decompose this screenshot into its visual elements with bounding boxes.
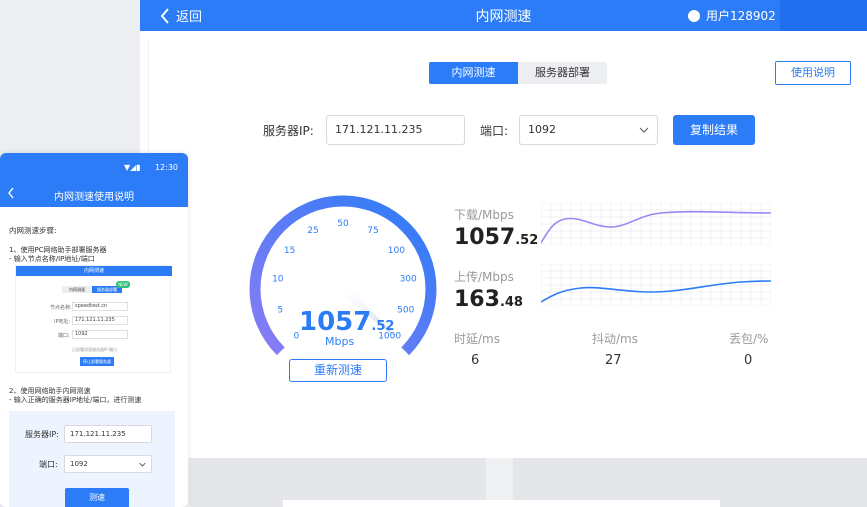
mini-port-label: 端口: — [58, 333, 70, 339]
server-ip-input[interactable]: 171.121.11.235 — [326, 115, 465, 145]
speedtest-window: 返回 内网测速 用户128902 内网测速 服务器部署 使用说明 服务器IP: … — [140, 0, 867, 458]
packet-loss-value: 0 — [744, 353, 753, 368]
phone-status-bar: ▼◢▮ 12:30 — [0, 153, 188, 181]
mini-note: 已部署测速服务器IP:端口 — [72, 347, 117, 352]
signal-icon: ▼◢▮ — [124, 163, 141, 172]
stage: 返回 内网测速 用户128902 内网测速 服务器部署 使用说明 服务器IP: … — [0, 0, 867, 507]
phone-title: 内网测速使用说明 — [54, 192, 134, 203]
gauge-value: 1057.52 — [299, 307, 394, 337]
upload-label: 上传/Mbps — [454, 270, 514, 284]
help-button[interactable]: 使用说明 — [775, 61, 851, 85]
guide-port-field: 1092 — [64, 455, 152, 473]
guide-ip-field: 171.121.11.235 — [64, 425, 152, 443]
download-chart — [541, 203, 771, 245]
download-label: 下载/Mbps — [454, 208, 514, 222]
download-value: 1057.52 — [454, 225, 538, 250]
tab-intranet-speedtest[interactable]: 内网测速 — [429, 62, 518, 84]
avatar-icon — [688, 9, 700, 22]
user-label: 用户128902 — [706, 9, 776, 23]
gauge-unit: Mbps — [325, 335, 355, 348]
gauge-tick-label: 5 — [277, 305, 283, 315]
guide-heading: 内网测速步骤: — [9, 226, 57, 235]
download-value-int: 1057 — [454, 225, 516, 250]
port-select[interactable]: 1092 — [519, 115, 658, 145]
gauge-tick-label: 100 — [388, 246, 405, 256]
upload-value-dec: .48 — [499, 295, 523, 310]
copy-results-button[interactable]: 复制结果 — [673, 115, 755, 145]
gauge-value-int: 1057 — [299, 307, 372, 337]
phone-help-guide: ▼◢▮ 12:30 内网测速使用说明 内网测速步骤: 1、使用PC网络助手部署服… — [0, 153, 188, 507]
chevron-down-icon — [139, 462, 146, 467]
gauge-tick-label: 25 — [307, 226, 318, 236]
tab-bar: 内网测速 服务器部署 — [429, 62, 607, 84]
guide-ip-label: 服务器IP: — [25, 430, 59, 439]
top-bar: 返回 内网测速 用户128902 — [140, 0, 867, 31]
guide-example-form: 服务器IP: 171.121.11.235 端口: 1092 测速 — [9, 411, 175, 507]
latency-value: 6 — [471, 353, 480, 368]
chevron-down-icon — [639, 127, 649, 133]
server-ip-label: 服务器IP: — [263, 124, 314, 138]
packet-loss-label: 丢包/% — [729, 332, 769, 346]
user-account[interactable]: 用户128902 — [688, 7, 776, 24]
mini-new-badge: NEW — [116, 281, 130, 288]
mini-stop-button: 停止部署服务器 — [80, 357, 114, 366]
guide-port-value: 1092 — [70, 460, 88, 468]
mini-tab-1: 内网测速 — [62, 286, 92, 293]
port-select-value: 1092 — [528, 123, 556, 136]
gauge-tick-label: 300 — [400, 275, 417, 285]
guide-step-2-sub: - 输入正确的服务器IP地址/端口，进行测速 — [9, 396, 142, 404]
upload-value: 163.48 — [454, 287, 523, 312]
gauge-tick-label: 500 — [397, 305, 414, 315]
guide-port-label: 端口: — [39, 460, 58, 469]
download-value-dec: .52 — [515, 233, 539, 248]
mini-ip-label: IP地址: — [54, 319, 71, 325]
latency-label: 时延/ms — [454, 332, 500, 346]
gauge-tick-label: 10 — [272, 275, 284, 285]
mini-title-bar: 内网测速 — [16, 266, 172, 276]
upload-value-int: 163 — [454, 287, 500, 312]
gauge-tick-label: 75 — [367, 226, 378, 236]
port-label: 端口: — [480, 124, 509, 138]
gauge-tick-label: 50 — [337, 219, 349, 229]
guide-test-button: 测速 — [65, 488, 129, 507]
tab-server-deploy[interactable]: 服务器部署 — [518, 62, 607, 84]
mini-name-label: 节点名称: — [50, 305, 72, 311]
top-bar-highlight — [780, 0, 867, 31]
mini-name-field: speedtest.cn — [72, 302, 128, 311]
retest-button[interactable]: 重新测速 — [289, 359, 387, 382]
main-content: 内网测速 服务器部署 使用说明 服务器IP: 171.121.11.235 端口… — [148, 39, 867, 458]
phone-time: 12:30 — [154, 163, 178, 172]
mini-port-field: 1092 — [72, 330, 128, 339]
upload-chart — [541, 264, 771, 306]
guide-screenshot: 内网测速 内网测速 服务器部署 NEW 节点名称: speedtest.cn I… — [15, 265, 172, 373]
jitter-label: 抖动/ms — [592, 332, 638, 346]
mini-ip-field: 171.121.11.235 — [72, 316, 128, 325]
guide-step-1-sub: - 输入节点名称/IP地址/端口 — [9, 255, 95, 263]
background-card-bottom-white — [283, 500, 720, 507]
phone-nav-bar: 内网测速使用说明 — [0, 181, 188, 207]
jitter-value: 27 — [605, 353, 622, 368]
gauge-value-dec: .52 — [371, 319, 395, 334]
gauge-tick-label: 15 — [284, 246, 295, 256]
